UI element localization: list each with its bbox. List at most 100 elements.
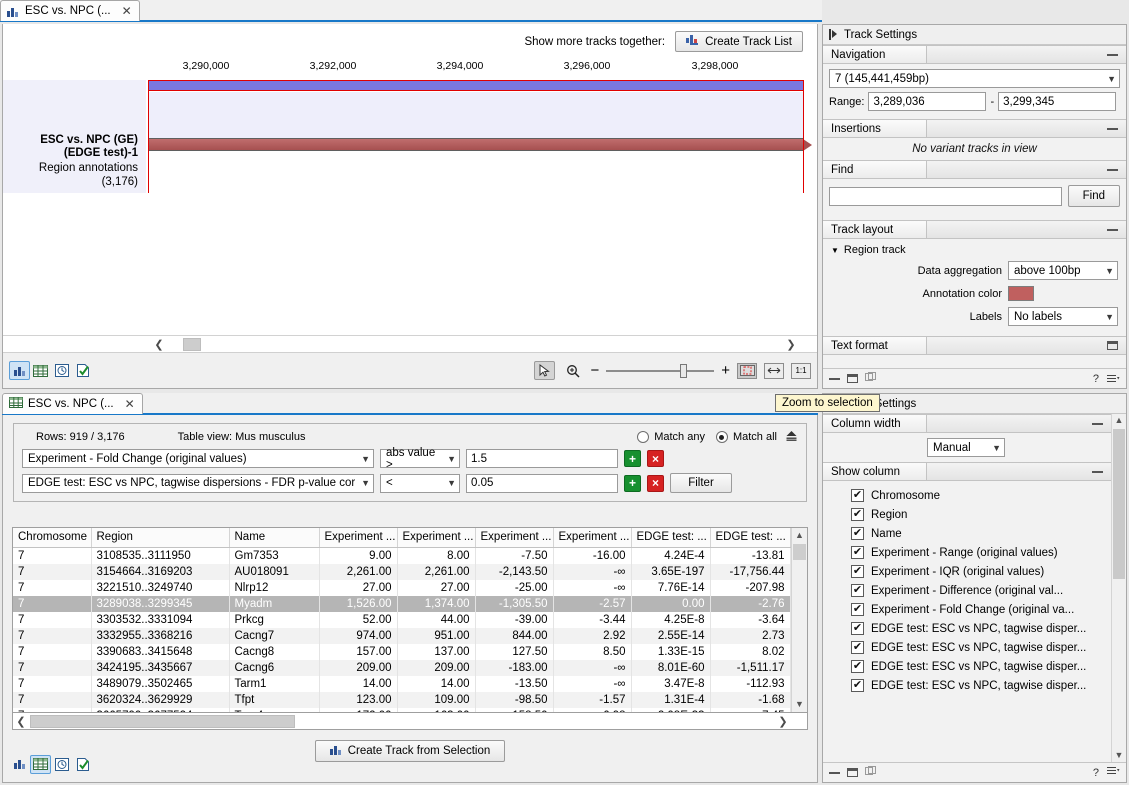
add-filter-button-2[interactable]: + xyxy=(624,475,641,492)
zoom-100-icon[interactable]: 1:1 xyxy=(791,363,811,379)
view-as-table-icon[interactable] xyxy=(30,361,51,380)
element-info-icon[interactable] xyxy=(72,755,93,774)
text-format-section-header[interactable]: Text format xyxy=(823,336,1126,355)
scroll-up-icon[interactable]: ▲ xyxy=(795,528,804,542)
show-column-item[interactable]: ✔Chromosome xyxy=(823,486,1111,505)
settings-scroll-thumb[interactable] xyxy=(1113,429,1125,579)
history-icon[interactable] xyxy=(51,755,72,774)
panel-menu-icon[interactable] xyxy=(1107,374,1120,384)
column-header-experiment-2[interactable]: Experiment ... xyxy=(397,528,475,547)
find-button[interactable]: Find xyxy=(1068,185,1120,207)
labels-select[interactable]: No labels ▼ xyxy=(1008,307,1118,326)
show-column-item[interactable]: ✔EDGE test: ESC vs NPC, tagwise disper..… xyxy=(823,657,1111,676)
show-column-item[interactable]: ✔EDGE test: ESC vs NPC, tagwise disper..… xyxy=(823,638,1111,657)
checkbox-icon[interactable]: ✔ xyxy=(851,660,864,673)
show-column-item[interactable]: ✔EDGE test: ESC vs NPC, tagwise disper..… xyxy=(823,619,1111,638)
checkbox-icon[interactable]: ✔ xyxy=(851,584,864,597)
column-header-region[interactable]: Region xyxy=(91,528,229,547)
view-as-table-icon[interactable] xyxy=(30,755,51,774)
scroll-left-icon[interactable]: ❮ xyxy=(13,713,29,729)
table-row[interactable]: 73332955..3368216Cacng7974.00951.00844.0… xyxy=(13,628,791,644)
find-input[interactable] xyxy=(829,187,1062,206)
navigation-section-header[interactable]: Navigation xyxy=(823,45,1126,64)
filter-button[interactable]: Filter xyxy=(670,473,732,493)
scroll-down-icon[interactable]: ▼ xyxy=(1115,748,1124,762)
filter-column-select-2[interactable]: EDGE test: ESC vs NPC, tagwise dispersio… xyxy=(22,474,374,493)
show-column-item[interactable]: ✔Experiment - Range (original values) xyxy=(823,543,1111,562)
table-row[interactable]: 73221510..3249740Nlrp1227.0027.00-25.00-… xyxy=(13,580,791,596)
scroll-left-icon[interactable]: ❮ xyxy=(151,336,167,352)
range-start-input[interactable]: 3,289,036 xyxy=(868,92,986,111)
annotation-feature[interactable] xyxy=(148,138,804,151)
range-end-input[interactable]: 3,299,345 xyxy=(998,92,1116,111)
table-row[interactable]: 73665790..3677524Tmc4172.00163.00-158.50… xyxy=(13,708,791,713)
zoom-in-icon[interactable]: + xyxy=(721,363,730,378)
track-horizontal-scrollbar[interactable]: ❮ ❯ xyxy=(3,335,817,352)
track-scroll-thumb[interactable] xyxy=(183,338,201,351)
column-header-experiment-4[interactable]: Experiment ... xyxy=(553,528,631,547)
track-canvas[interactable] xyxy=(148,80,804,193)
add-filter-button-1[interactable]: + xyxy=(624,450,641,467)
table-settings-scrollbar[interactable]: ▲ ▼ xyxy=(1111,414,1126,762)
selection-tool-icon[interactable] xyxy=(534,361,555,380)
show-column-item[interactable]: ✔Experiment - Difference (original val..… xyxy=(823,581,1111,600)
column-width-section-header[interactable]: Column width xyxy=(823,414,1111,433)
table-row[interactable]: 73489079..3502465Tarm114.0014.00-13.50-∞… xyxy=(13,676,791,692)
detach-icon[interactable] xyxy=(865,372,876,385)
view-as-track-icon[interactable] xyxy=(9,755,30,774)
column-header-experiment-1[interactable]: Experiment ... xyxy=(319,528,397,547)
table-row[interactable]: 73390683..3415648Cacng8157.00137.00127.5… xyxy=(13,644,791,660)
zoom-tool-icon[interactable] xyxy=(562,361,583,380)
folder-icon[interactable] xyxy=(1107,341,1118,350)
help-icon[interactable]: ? xyxy=(1093,767,1099,779)
filter-operator-select-1[interactable]: abs value > ▼ xyxy=(380,449,460,468)
checkbox-icon[interactable]: ✔ xyxy=(851,679,864,692)
table-horizontal-scrollbar[interactable]: ❮ ❯ xyxy=(12,713,808,730)
checkbox-icon[interactable]: ✔ xyxy=(851,508,864,521)
folder-icon[interactable] xyxy=(847,768,858,777)
triangle-down-icon[interactable]: ▼ xyxy=(831,246,839,255)
find-section-header[interactable]: Find xyxy=(823,160,1126,179)
remove-filter-button-1[interactable]: × xyxy=(647,450,664,467)
filter-value-input-2[interactable]: 0.05 xyxy=(466,474,618,493)
show-column-item[interactable]: ✔Name xyxy=(823,524,1111,543)
fit-width-icon[interactable] xyxy=(764,363,784,379)
filter-column-select-1[interactable]: Experiment - Fold Change (original value… xyxy=(22,449,374,468)
checkbox-icon[interactable]: ✔ xyxy=(851,527,864,540)
remove-filter-button-2[interactable]: × xyxy=(647,475,664,492)
scroll-right-icon[interactable]: ❯ xyxy=(783,336,799,352)
filter-value-input-1[interactable]: 1.5 xyxy=(466,449,618,468)
show-column-item[interactable]: ✔Region xyxy=(823,505,1111,524)
zoom-out-icon[interactable]: − xyxy=(590,363,599,378)
element-info-icon[interactable] xyxy=(72,361,93,380)
tab-track-view[interactable]: ESC vs. NPC (... ✕ xyxy=(0,0,140,21)
table-hscroll-thumb[interactable] xyxy=(30,715,295,728)
chromosome-select[interactable]: 7 (145,441,459bp) ▼ xyxy=(829,69,1120,88)
column-header-edge-test-2[interactable]: EDGE test: ... xyxy=(710,528,790,547)
track-layout-section-header[interactable]: Track layout xyxy=(823,220,1126,239)
table-row[interactable]: 73154664..3169203AU0180912,261.002,261.0… xyxy=(13,564,791,580)
column-width-select[interactable]: Manual ▼ xyxy=(927,438,1005,457)
insertions-section-header[interactable]: Insertions xyxy=(823,119,1126,138)
zoom-to-selection-icon[interactable] xyxy=(737,363,757,379)
column-header-experiment-3[interactable]: Experiment ... xyxy=(475,528,553,547)
collapse-panel-icon[interactable] xyxy=(829,29,838,40)
checkbox-icon[interactable]: ✔ xyxy=(851,603,864,616)
collapse-icon[interactable] xyxy=(1092,423,1103,425)
folder-icon[interactable] xyxy=(847,374,858,383)
column-header-edge-test-1[interactable]: EDGE test: ... xyxy=(631,528,710,547)
close-icon[interactable]: ✕ xyxy=(125,398,135,410)
collapse-icon[interactable] xyxy=(1107,169,1118,171)
column-header-name[interactable]: Name xyxy=(229,528,319,547)
panel-menu-icon[interactable] xyxy=(1107,766,1120,779)
scroll-down-icon[interactable]: ▼ xyxy=(795,696,804,712)
detach-icon[interactable] xyxy=(865,766,876,779)
checkbox-icon[interactable]: ✔ xyxy=(851,546,864,559)
checkbox-icon[interactable]: ✔ xyxy=(851,622,864,635)
annotation-color-swatch[interactable] xyxy=(1008,286,1034,301)
selection-bar[interactable] xyxy=(148,80,804,91)
collapse-filter-icon[interactable] xyxy=(785,430,798,444)
tab-table-view[interactable]: ESC vs. NPC (... ✕ xyxy=(2,393,143,414)
collapse-icon[interactable] xyxy=(1107,54,1118,56)
match-all-radio[interactable] xyxy=(716,431,728,443)
